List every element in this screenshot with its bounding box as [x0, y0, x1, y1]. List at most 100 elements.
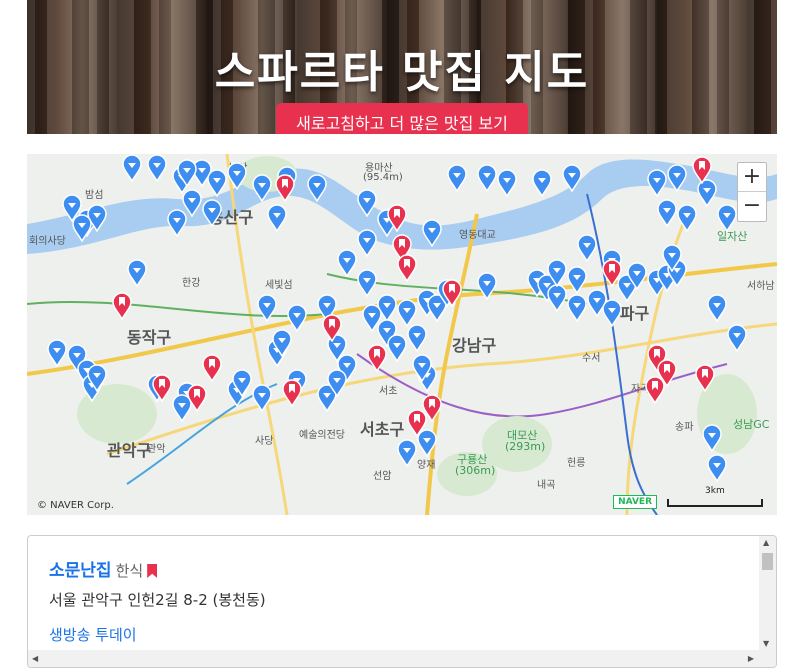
bookmarked-marker[interactable] — [275, 174, 295, 203]
restaurant-category: 한식 — [115, 562, 144, 580]
restaurant-marker[interactable] — [477, 272, 497, 301]
restaurant-marker[interactable] — [147, 154, 167, 183]
restaurant-address: 서울 관악구 인헌2길 8-2 (봉천동) — [49, 591, 266, 609]
bookmarked-marker[interactable] — [645, 376, 665, 405]
restaurant-marker[interactable] — [72, 214, 92, 243]
zoom-in-button[interactable]: + — [738, 163, 766, 192]
page-title: 스파르타 맛집 지도 — [214, 47, 590, 98]
bookmarked-marker[interactable] — [692, 156, 712, 185]
horizontal-scrollbar[interactable]: ◀ ▶ — [28, 650, 776, 667]
restaurant-marker[interactable] — [252, 384, 272, 413]
restaurant-marker[interactable] — [337, 249, 357, 278]
restaurant-marker[interactable] — [717, 204, 737, 233]
refresh-button[interactable]: 새로고침하고 더 많은 맛집 보기 — [276, 103, 528, 134]
bookmarked-marker[interactable] — [322, 314, 342, 343]
restaurant-marker[interactable] — [167, 209, 187, 238]
bookmarked-marker[interactable] — [602, 259, 622, 288]
bookmarked-marker[interactable] — [152, 374, 172, 403]
restaurant-marker[interactable] — [707, 294, 727, 323]
bookmarked-marker[interactable] — [282, 379, 302, 408]
restaurant-marker[interactable] — [422, 219, 442, 248]
restaurant-marker[interactable] — [357, 229, 377, 258]
restaurant-marker[interactable] — [87, 364, 107, 393]
restaurant-marker[interactable] — [397, 439, 417, 468]
restaurant-marker[interactable] — [562, 164, 582, 193]
restaurant-marker[interactable] — [497, 169, 517, 198]
restaurant-marker[interactable] — [667, 164, 687, 193]
scrollbar-thumb[interactable] — [762, 553, 773, 570]
restaurant-marker[interactable] — [227, 162, 247, 191]
restaurant-marker[interactable] — [357, 189, 377, 218]
restaurant-marker[interactable] — [532, 169, 552, 198]
restaurant-marker[interactable] — [232, 369, 252, 398]
place-label: 밤섬 — [85, 190, 104, 201]
restaurant-marker[interactable] — [257, 294, 277, 323]
bookmarked-marker[interactable] — [187, 384, 207, 413]
place-label: 영동대교 — [459, 230, 496, 241]
restaurant-marker[interactable] — [647, 169, 667, 198]
bookmarked-marker[interactable] — [387, 204, 407, 233]
restaurant-marker[interactable] — [657, 199, 677, 228]
place-label: 성남GC — [733, 418, 770, 431]
scroll-up-icon[interactable]: ▲ — [763, 538, 769, 547]
restaurant-marker[interactable] — [447, 164, 467, 193]
restaurant-marker[interactable] — [577, 234, 597, 263]
restaurant-marker[interactable] — [267, 204, 287, 233]
bookmarked-marker[interactable] — [695, 364, 715, 393]
restaurant-marker[interactable] — [327, 369, 347, 398]
restaurant-marker[interactable] — [662, 244, 682, 273]
restaurant-marker[interactable] — [707, 454, 727, 483]
bookmarked-marker[interactable] — [397, 254, 417, 283]
scroll-right-icon[interactable]: ▶ — [748, 654, 754, 663]
ic-label: 수서 — [582, 353, 601, 364]
ic-label: 관악 — [147, 444, 166, 455]
mountain-label: (306m) — [455, 464, 496, 477]
map-scale: 3km — [667, 486, 763, 507]
restaurant-marker[interactable] — [127, 259, 147, 288]
restaurant-marker[interactable] — [677, 204, 697, 233]
restaurant-marker[interactable] — [357, 269, 377, 298]
restaurant-marker[interactable] — [477, 164, 497, 193]
restaurant-marker[interactable] — [702, 424, 722, 453]
restaurant-marker[interactable] — [47, 339, 67, 368]
restaurant-marker[interactable] — [307, 174, 327, 203]
restaurant-marker[interactable] — [287, 304, 307, 333]
ic-label: 서초 — [379, 386, 398, 397]
scroll-left-icon[interactable]: ◀ — [32, 654, 38, 663]
restaurant-marker[interactable] — [567, 266, 587, 295]
bookmarked-marker[interactable] — [367, 344, 387, 373]
restaurant-marker[interactable] — [252, 174, 272, 203]
restaurant-marker[interactable] — [387, 334, 407, 363]
bookmarked-marker[interactable] — [202, 354, 222, 383]
scroll-down-icon[interactable]: ▼ — [763, 639, 769, 648]
restaurant-marker[interactable] — [412, 354, 432, 383]
zoom-out-button[interactable]: − — [738, 192, 766, 221]
restaurant-name[interactable]: 소문난집 — [49, 561, 112, 581]
restaurant-marker[interactable] — [407, 324, 427, 353]
ic-label: 송파 — [675, 422, 694, 433]
map-view[interactable]: 용산구 동작구 강남구 송파구 관악구 서초구 한강 용마산 (95.4m) 세… — [27, 154, 777, 515]
restaurant-marker[interactable] — [727, 324, 747, 353]
ic-label: 사당 — [255, 436, 274, 447]
vertical-scrollbar[interactable]: ▲ ▼ — [759, 536, 776, 667]
restaurant-marker[interactable] — [602, 299, 622, 328]
show-link[interactable]: 생방송 투데이 — [49, 624, 266, 645]
restaurant-marker[interactable] — [567, 294, 587, 323]
restaurant-marker[interactable] — [202, 199, 222, 228]
restaurant-marker[interactable] — [177, 159, 197, 188]
bookmarked-marker[interactable] — [407, 409, 427, 438]
restaurant-marker[interactable] — [272, 329, 292, 358]
restaurant-marker[interactable] — [207, 169, 227, 198]
river-label: 한강 — [182, 278, 201, 289]
restaurant-marker[interactable] — [397, 299, 417, 328]
bookmark-icon — [147, 564, 158, 578]
restaurant-marker[interactable] — [122, 154, 142, 183]
hero-banner: 스파르타 맛집 지도 새로고침하고 더 많은 맛집 보기 — [27, 0, 777, 134]
bookmarked-marker[interactable] — [112, 292, 132, 321]
bookmarked-marker[interactable] — [442, 279, 462, 308]
restaurant-marker[interactable] — [627, 262, 647, 291]
restaurant-marker[interactable] — [547, 259, 567, 288]
restaurant-marker[interactable] — [547, 284, 567, 313]
restaurant-card: 소문난집 한식 서울 관악구 인헌2길 8-2 (봉천동) 생방송 투데이 — [49, 556, 266, 645]
scale-label: 3km — [705, 486, 725, 496]
